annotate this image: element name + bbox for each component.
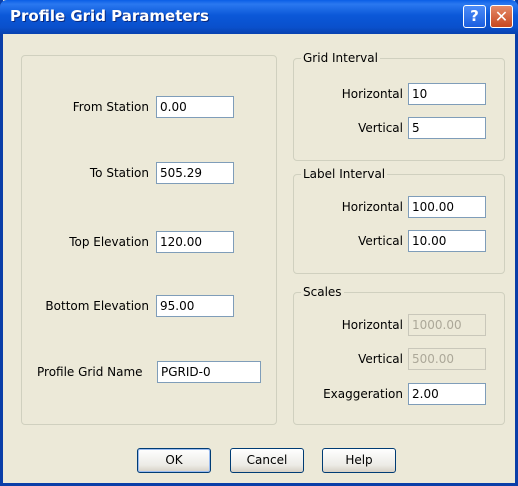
scales-horizontal-input [408,314,486,336]
grid-horizontal-input[interactable] [408,83,486,105]
help-button[interactable]: Help [322,448,396,473]
scales-vertical-label: Vertical [358,352,403,366]
from-station-input[interactable] [156,96,234,118]
help-icon[interactable]: ? [463,5,486,28]
scales-vertical-input [408,348,486,370]
bottom-elevation-input[interactable] [156,295,234,317]
to-station-label: To Station [89,166,149,180]
scales-horizontal-label: Horizontal [341,318,403,332]
grid-vertical-label: Vertical [358,121,403,135]
grid-vertical-input[interactable] [408,117,486,139]
label-interval-title: Label Interval [301,167,388,181]
bottom-elevation-label: Bottom Elevation [45,299,149,313]
grid-interval-title: Grid Interval [301,51,380,65]
label-vertical-input[interactable] [408,230,486,252]
label-horizontal-label: Horizontal [341,200,403,214]
cancel-button[interactable]: Cancel [230,448,304,473]
exaggeration-label: Exaggeration [323,387,403,401]
top-elevation-label: Top Elevation [69,235,149,249]
to-station-input[interactable] [156,162,234,184]
dialog-window: Profile Grid Parameters ? ✕ From Station… [0,0,518,486]
grid-horizontal-label: Horizontal [341,87,403,101]
exaggeration-input[interactable] [408,383,486,405]
grid-name-input[interactable] [157,361,261,383]
scales-title: Scales [301,285,344,299]
label-interval-group: Label Interval [293,167,505,274]
close-icon[interactable]: ✕ [490,5,513,28]
dialog-title: Profile Grid Parameters [10,7,209,25]
grid-interval-group: Grid Interval [293,51,505,161]
top-elevation-input[interactable] [156,231,234,253]
from-station-label: From Station [72,100,149,114]
grid-name-label: Profile Grid Name [37,365,143,379]
label-vertical-label: Vertical [358,234,403,248]
label-horizontal-input[interactable] [408,196,486,218]
title-bar[interactable]: Profile Grid Parameters ? ✕ [0,0,518,34]
ok-button[interactable]: OK [137,448,211,473]
